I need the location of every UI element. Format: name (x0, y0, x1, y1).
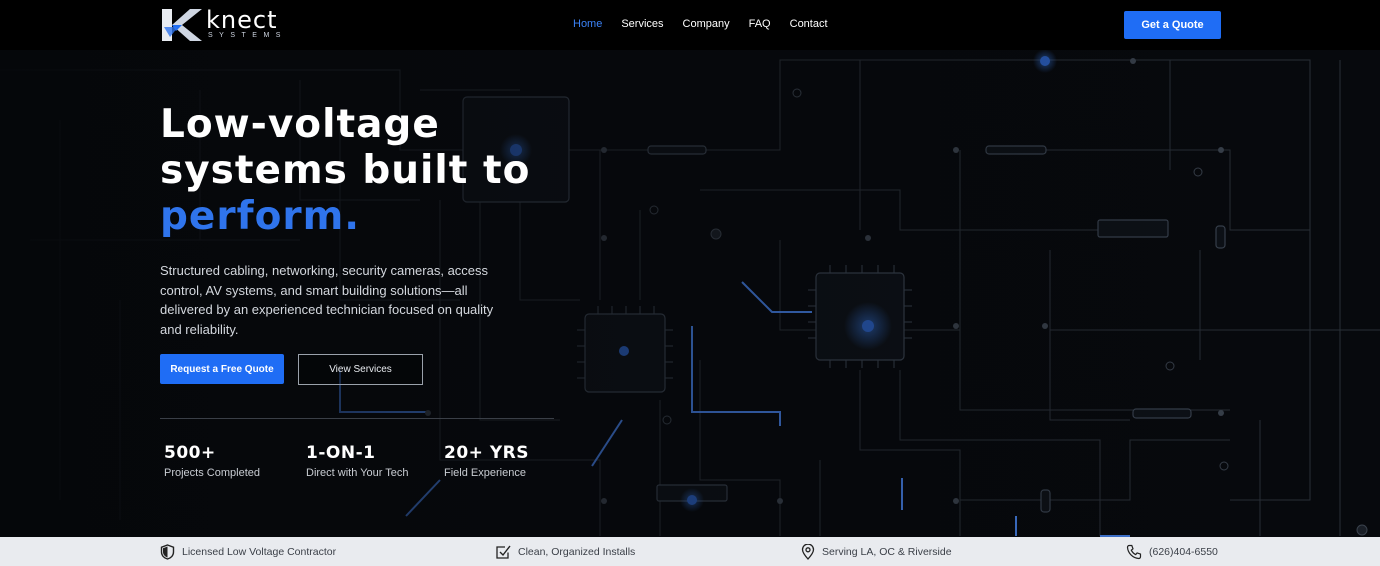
stat-experience: 20+ YRS Field Experience (444, 443, 529, 479)
trust-strip: Licensed Low Voltage Contractor Clean, O… (0, 537, 1380, 566)
hero-divider (160, 418, 554, 419)
get-quote-button[interactable]: Get a Quote (1124, 11, 1221, 39)
nav-company[interactable]: Company (683, 18, 730, 30)
stat-value: 1-ON-1 (306, 443, 376, 463)
strip-label: Clean, Organized Installs (518, 546, 636, 558)
strip-item-licensed: Licensed Low Voltage Contractor (160, 544, 336, 560)
brand-logo[interactable]: knect SYSTEMS (160, 6, 292, 43)
hero-title-accent: perform. (160, 194, 361, 239)
stat-value: 20+ YRS (444, 443, 529, 463)
main-nav: Home Services Company FAQ Contact (573, 18, 847, 30)
check-box-icon (496, 545, 511, 559)
stat-projects: 500+ Projects Completed (164, 443, 260, 479)
strip-label: Licensed Low Voltage Contractor (182, 546, 337, 558)
brand-subtitle: SYSTEMS (208, 32, 287, 39)
shield-icon (160, 544, 175, 560)
nav-services[interactable]: Services (621, 18, 663, 30)
strip-label: Serving LA, OC & Riverside (822, 546, 952, 558)
strip-item-serving: Serving LA, OC & Riverside (801, 544, 952, 560)
strip-item-phone[interactable]: (626)404-6550 (1126, 544, 1218, 560)
strip-item-installs: Clean, Organized Installs (495, 544, 635, 560)
hero-title-line1: Low-voltage (160, 102, 440, 147)
hero-description: Structured cabling, networking, security… (160, 263, 494, 337)
hero-title: Low-voltage systems built to perform. (160, 102, 530, 240)
stat-label: Projects Completed (164, 467, 260, 479)
logo-k-icon (162, 9, 202, 41)
request-free-quote-button[interactable]: Request a Free Quote (160, 354, 284, 384)
top-navbar: knect SYSTEMS Home Services Company FAQ … (0, 0, 1380, 50)
stat-label: Direct with Your Tech (306, 467, 409, 479)
strip-label: (626)404-6550 (1149, 546, 1218, 558)
nav-contact[interactable]: Contact (790, 18, 828, 30)
nav-faq[interactable]: FAQ (749, 18, 771, 30)
hero-title-line2: systems built to (160, 148, 531, 193)
brand-name: knect (206, 6, 278, 34)
location-pin-icon (801, 544, 815, 560)
nav-home[interactable]: Home (573, 18, 602, 30)
phone-icon (1126, 544, 1142, 560)
stat-value: 500+ (164, 443, 216, 463)
view-services-button[interactable]: View Services (298, 354, 423, 385)
stat-direct: 1-ON-1 Direct with Your Tech (306, 443, 409, 479)
stat-label: Field Experience (444, 467, 526, 479)
